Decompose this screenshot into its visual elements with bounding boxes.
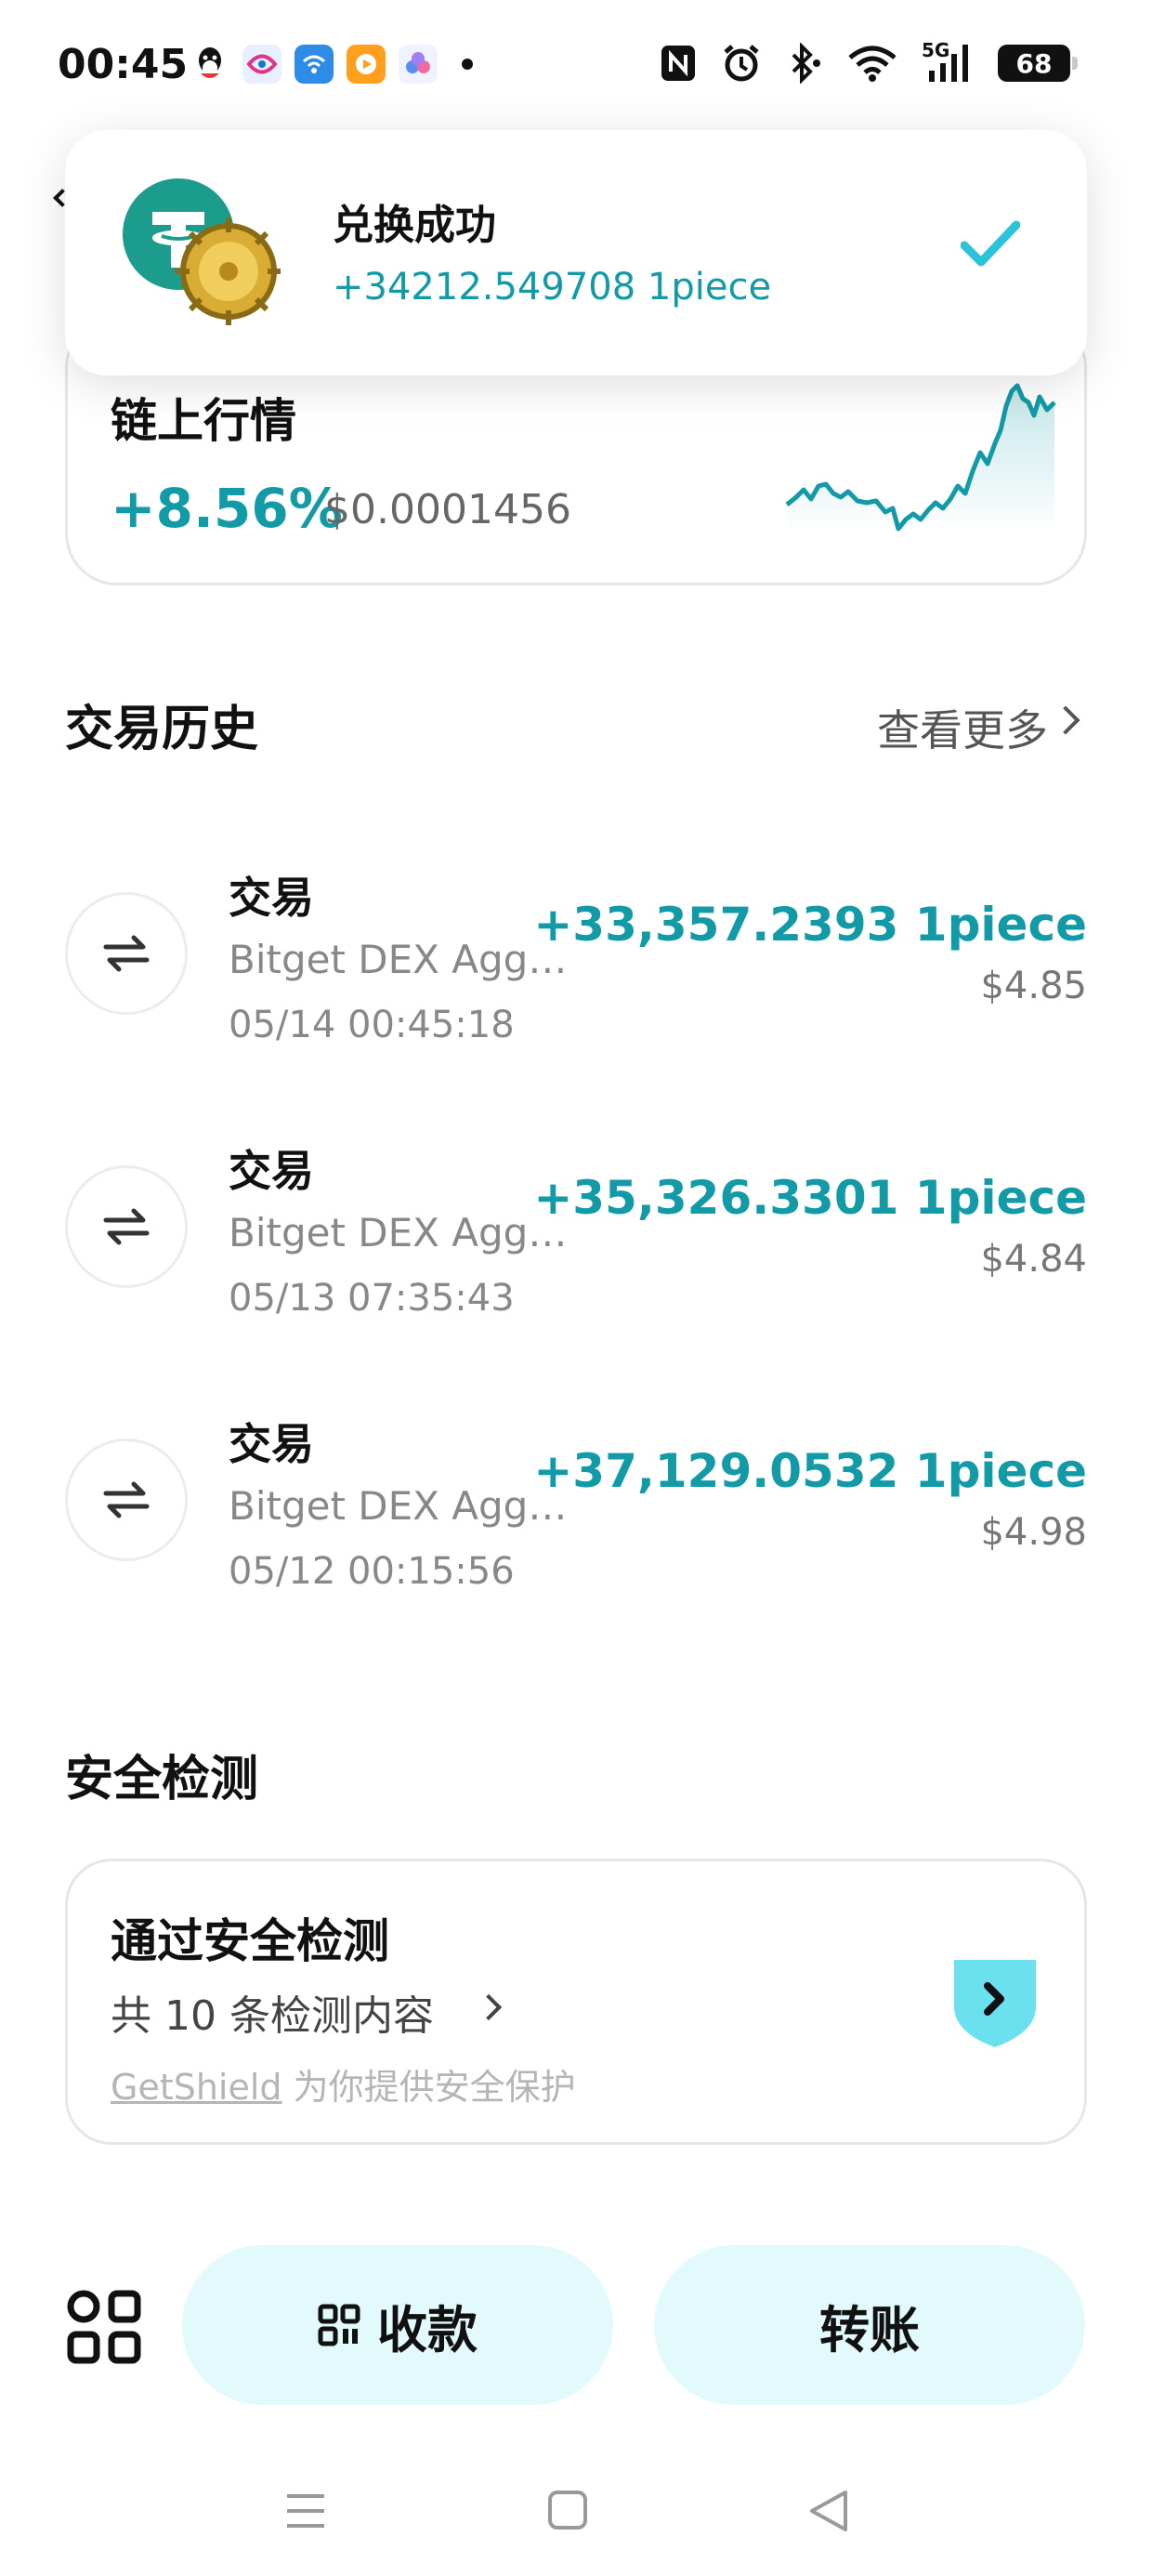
toast-title: 兑换成功 [333, 202, 496, 249]
swap-icon [65, 1165, 188, 1288]
price-change: +8.56% [111, 477, 343, 540]
qq-icon [190, 45, 229, 84]
transaction-row[interactable]: 交易 Bitget DEX Aggregator 05/12 00:15:56 … [65, 1411, 1087, 1597]
chevron-right-icon[interactable] [1051, 705, 1080, 735]
check-icon [961, 220, 1020, 267]
transaction-usd: $4.98 [980, 1511, 1087, 1554]
menu-icon[interactable] [284, 2491, 327, 2531]
transfer-label: 转账 [819, 2300, 920, 2359]
swap-success-toast: 兑换成功 +34212.549708 1piece [65, 130, 1087, 375]
home-icon[interactable] [548, 2491, 587, 2530]
wifi-app-icon [295, 45, 334, 84]
system-status: 5G 68 [660, 39, 1078, 84]
security-title: 通过安全检测 [111, 1914, 389, 1968]
bluetooth-icon [792, 43, 820, 84]
transaction-time: 05/14 00:45:18 [229, 1004, 515, 1046]
security-section-title: 安全检测 [65, 1752, 259, 1807]
apps-grid-icon[interactable] [65, 2288, 141, 2364]
receive-button[interactable]: 收款 [182, 2245, 613, 2405]
security-note-text: 为你提供安全保护 [281, 2067, 576, 2108]
security-check-count[interactable]: 共 10 条检测内容 [111, 1982, 434, 2042]
video-app-icon [347, 45, 386, 84]
transaction-usd: $4.84 [980, 1238, 1087, 1281]
battery-indicator: 68 [998, 45, 1078, 82]
transaction-source: Bitget DEX Aggregator [229, 1210, 572, 1255]
signal-icon [929, 45, 968, 82]
getshield-link[interactable]: GetShield [111, 2067, 282, 2108]
token-price: $0.0001456 [324, 486, 571, 533]
cloud-app-icon [399, 45, 438, 84]
transaction-row[interactable]: 交易 Bitget DEX Aggregator 05/14 00:45:18 … [65, 864, 1087, 1050]
see-more-link[interactable]: 查看更多 [877, 697, 1048, 758]
battery-level: 68 [1015, 47, 1053, 79]
history-section-title: 交易历史 [65, 702, 259, 757]
token-pair-logo [115, 177, 282, 325]
transaction-amount: +37,129.0532 1piece [533, 1444, 1087, 1498]
cellular-signal: 5G [922, 39, 974, 84]
transaction-source: Bitget DEX Aggregator [229, 1483, 572, 1529]
chevron-right-icon[interactable] [475, 1993, 503, 2021]
toast-amount: +34212.549708 1piece [333, 266, 772, 309]
transaction-time: 05/12 00:15:56 [229, 1550, 515, 1593]
wifi-icon [848, 46, 897, 82]
transfer-button[interactable]: 转账 [654, 2245, 1085, 2405]
transaction-amount: +33,357.2393 1piece [533, 898, 1087, 952]
price-sparkline [785, 383, 1056, 532]
swap-icon [65, 892, 188, 1015]
system-nav-bar [0, 2453, 1152, 2576]
transaction-row[interactable]: 交易 Bitget DEX Aggregator 05/13 07:35:43 … [65, 1137, 1087, 1323]
transaction-type: 交易 [229, 1419, 314, 1469]
back-triangle-icon[interactable] [808, 2489, 849, 2533]
swap-icon [65, 1439, 188, 1561]
transaction-source: Bitget DEX Aggregator [229, 937, 572, 982]
alarm-icon [724, 45, 759, 82]
nfc-icon [661, 46, 695, 81]
mobile-carrier-icon [242, 45, 281, 84]
security-provider-note: GetShield 为你提供安全保护 [111, 2058, 576, 2109]
transaction-usd: $4.85 [980, 965, 1087, 1007]
security-card[interactable]: 通过安全检测 共 10 条检测内容 GetShield 为你提供安全保护 [65, 1859, 1087, 2145]
status-bar: 00:45 5G 68 [0, 0, 1152, 139]
more-notifications-dot [462, 59, 473, 70]
qr-code-icon [318, 2304, 360, 2346]
transaction-time: 05/13 07:35:43 [229, 1277, 515, 1320]
receive-label: 收款 [377, 2300, 478, 2359]
transaction-type: 交易 [229, 1146, 314, 1196]
notification-icons [190, 45, 473, 84]
transaction-amount: +35,326.3301 1piece [533, 1171, 1087, 1225]
status-time: 00:45 [58, 41, 189, 88]
market-title: 链上行情 [111, 394, 296, 448]
shield-arrow-icon[interactable] [949, 1954, 1041, 2051]
transaction-type: 交易 [229, 873, 314, 923]
